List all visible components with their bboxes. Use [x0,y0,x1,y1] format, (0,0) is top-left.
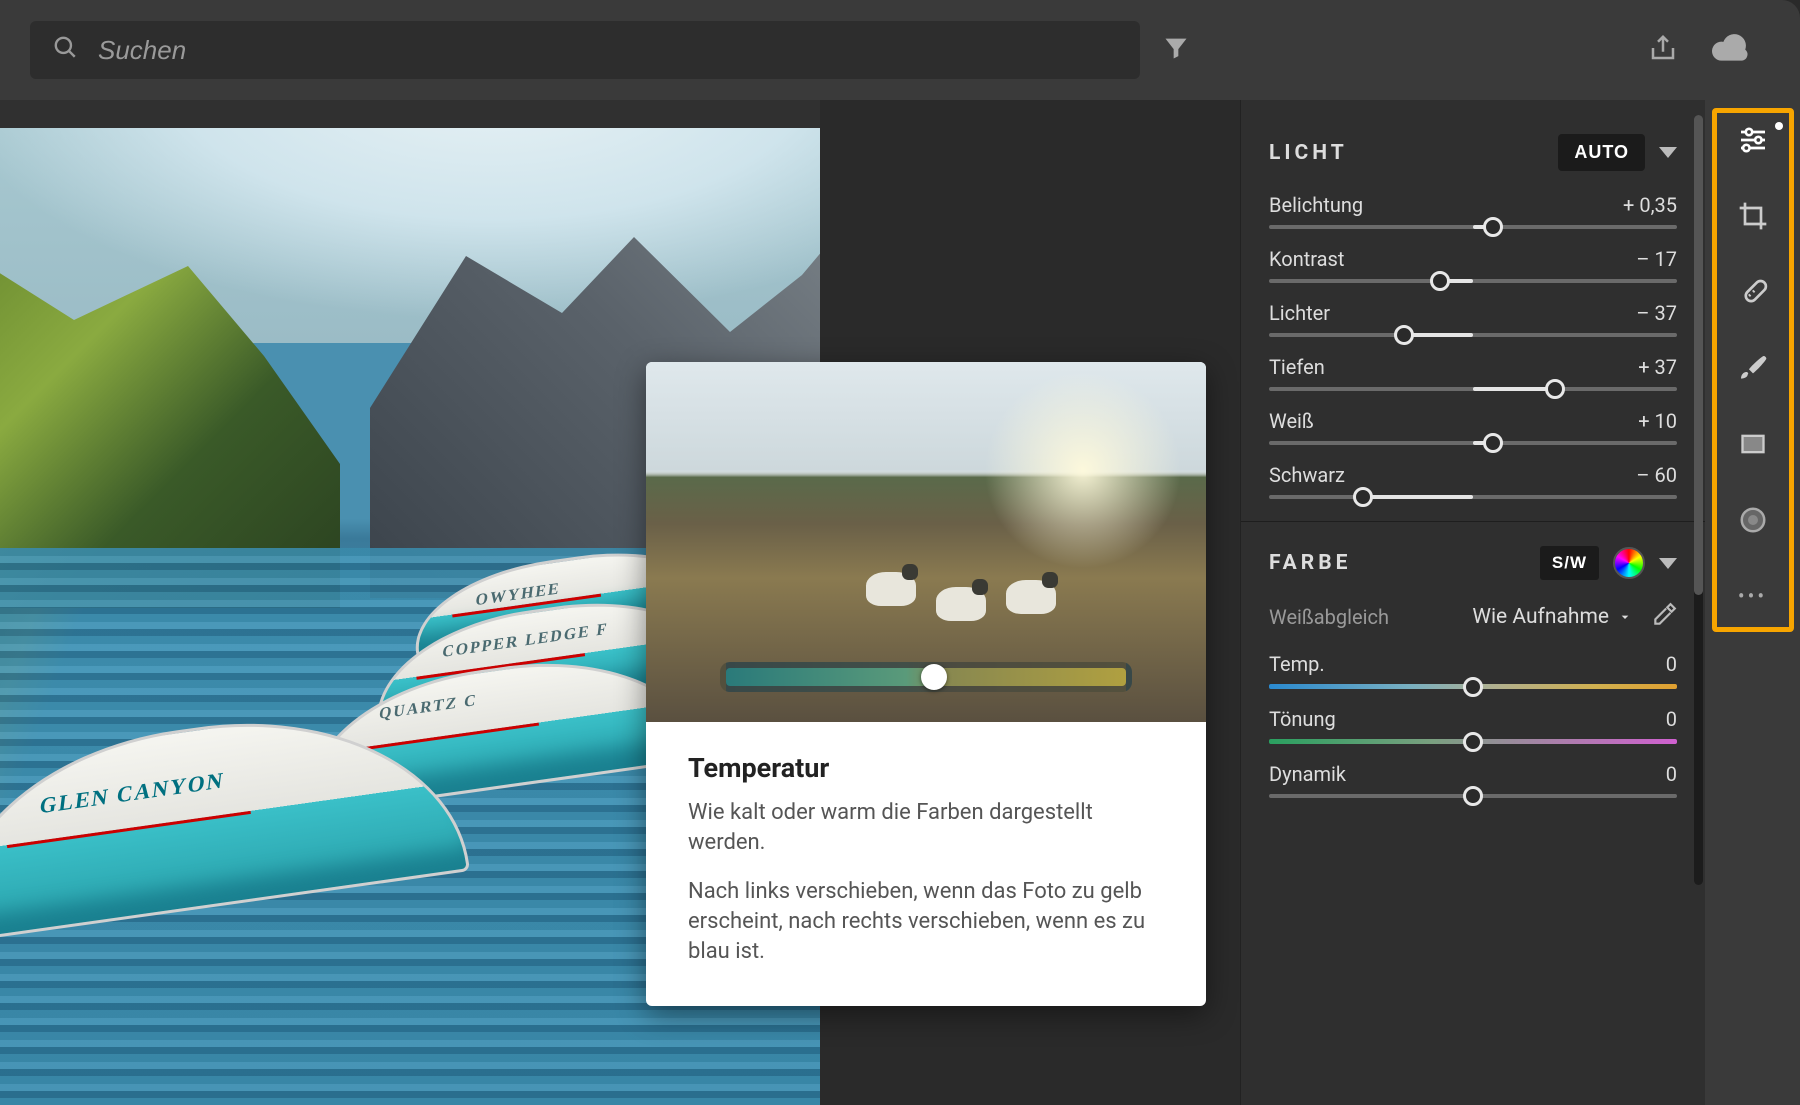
tooltip-desc-1: Wie kalt oder warm die Farben dargestell… [688,798,1164,857]
tooltip-body: Temperatur Wie kalt oder warm die Farben… [646,722,1206,1006]
healing-icon[interactable] [1733,272,1773,312]
slider-label: Temp. [1269,652,1325,676]
slider-value: + 0,35 [1623,193,1677,217]
slider-track[interactable] [1269,684,1677,689]
chevron-down-icon [1617,609,1633,625]
wb-label: Weißabgleich [1269,605,1389,629]
slider-toenung: Tönung 0 [1269,707,1677,744]
slider-label: Schwarz [1269,463,1345,487]
slider-dynamik: Dynamik 0 [1269,762,1677,798]
linear-gradient-icon[interactable] [1733,424,1773,464]
coach-tooltip: Temperatur Wie kalt oder warm die Farben… [646,362,1206,1006]
slider-label: Lichter [1269,301,1330,325]
slider-label: Dynamik [1269,762,1346,786]
section-head-licht: LICHT AUTO [1269,134,1677,171]
slider-track[interactable] [1269,225,1677,229]
slider-label: Kontrast [1269,247,1344,271]
slider-value: 0 [1666,652,1677,676]
slider-track[interactable] [1269,794,1677,798]
slider-track[interactable] [1269,739,1677,744]
panel-divider [1241,521,1705,522]
slider-value: + 37 [1638,355,1677,379]
slider-track[interactable] [1269,387,1677,391]
chevron-down-icon[interactable] [1659,147,1677,158]
radial-gradient-icon[interactable] [1733,500,1773,540]
slider-label: Belichtung [1269,193,1363,217]
slider-lichter: Lichter – 37 [1269,301,1677,337]
wb-select[interactable]: Wie Aufnahme [1472,605,1633,629]
auto-button[interactable]: AUTO [1558,134,1645,171]
slider-label: Tönung [1269,707,1336,731]
search-field-wrap[interactable] [30,21,1140,79]
slider-track[interactable] [1269,279,1677,283]
tooltip-sample-image [646,362,1206,722]
slider-label: Weiß [1269,409,1314,433]
edit-sliders-icon[interactable] [1733,120,1773,160]
eyedropper-icon[interactable] [1651,602,1677,632]
chevron-down-icon[interactable] [1659,558,1677,569]
panel-scrollbar[interactable] [1694,115,1703,885]
slider-schwarz: Schwarz – 60 [1269,463,1677,499]
slider-track[interactable] [1269,495,1677,499]
top-bar [0,0,1800,100]
slider-belichtung: Belichtung + 0,35 [1269,193,1677,229]
crop-icon[interactable] [1733,196,1773,236]
edit-panel: LICHT AUTO Belichtung + 0,35 Kontrast – 17… [1240,100,1705,1105]
share-icon[interactable] [1648,33,1678,67]
slider-track[interactable] [1269,441,1677,445]
slider-value: – 60 [1636,463,1677,487]
filter-icon[interactable] [1162,34,1190,66]
tooltip-sample-slider [720,662,1132,692]
tool-rail: ••• [1705,100,1800,1105]
tooltip-title: Temperatur [688,752,1164,784]
cloud-icon[interactable] [1712,34,1750,66]
slider-value: – 17 [1636,247,1677,271]
section-title-licht: LICHT [1269,141,1348,165]
color-wheel-icon[interactable] [1613,547,1645,579]
top-right-actions [1648,33,1770,67]
slider-track[interactable] [1269,333,1677,337]
more-icon[interactable]: ••• [1733,576,1773,616]
tooltip-desc-2: Nach links verschieben, wenn das Foto zu… [688,877,1164,966]
brush-icon[interactable] [1733,348,1773,388]
search-input[interactable] [98,35,1118,66]
section-title-farbe: FARBE [1269,551,1351,575]
slider-label: Tiefen [1269,355,1325,379]
slider-value: 0 [1666,762,1677,786]
sw-button[interactable]: S/W [1540,546,1599,580]
slider-tiefen: Tiefen + 37 [1269,355,1677,391]
white-balance-row: Weißabgleich Wie Aufnahme [1269,602,1677,632]
slider-kontrast: Kontrast – 17 [1269,247,1677,283]
slider-value: 0 [1666,707,1677,731]
slider-weiss: Weiß + 10 [1269,409,1677,445]
slider-temp: Temp. 0 [1269,652,1677,689]
wb-value: Wie Aufnahme [1472,605,1609,629]
search-icon [52,34,78,67]
section-head-farbe: FARBE S/W [1269,546,1677,580]
slider-value: – 37 [1636,301,1677,325]
slider-value: + 10 [1638,409,1677,433]
